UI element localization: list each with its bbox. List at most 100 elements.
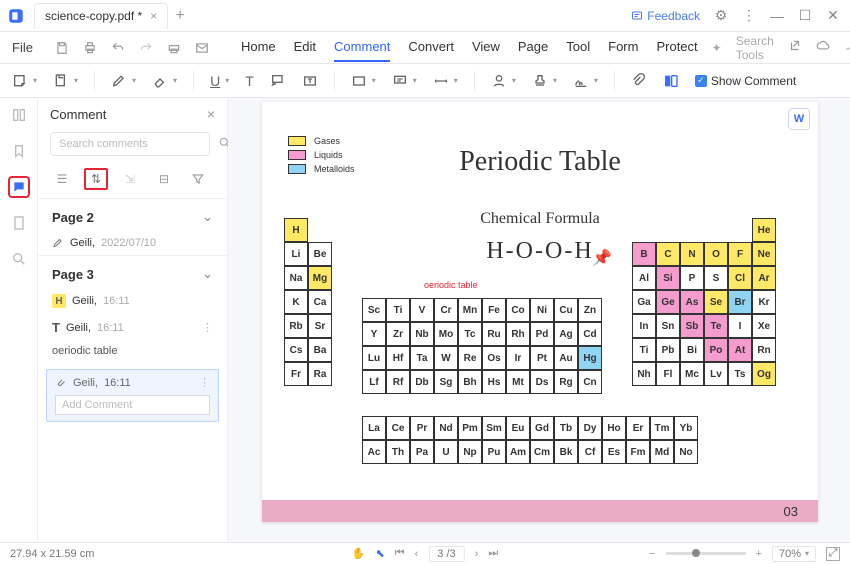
tab-close-icon[interactable]: × [150,9,157,23]
doc-title: Periodic Table [262,146,818,178]
workspace: Comment × ☰ ⇅ ⇲ ⊟ Page 2 ⌄ Geili, 2022/0… [0,98,850,542]
more-icon[interactable]: ⋮ [742,9,756,23]
feedback-link[interactable]: Feedback [631,9,700,23]
search-tools-input[interactable]: Search Tools [736,34,774,62]
document-canvas[interactable]: W Gases Liquids Metalloids Periodic Tabl… [228,98,850,542]
chevron-down-icon[interactable]: ⌄ [844,42,850,53]
page-indicator[interactable]: 3 /3 [428,546,464,562]
next-page-icon[interactable]: › [475,548,479,560]
fit-page-icon[interactable]: ⤢ [826,547,840,561]
document-page: W Gases Liquids Metalloids Periodic Tabl… [262,102,818,522]
page-3-header[interactable]: Page 3 ⌄ [38,255,227,288]
panel-title: Comment [50,107,106,122]
comment-item[interactable]: Geili, 2022/07/10 [38,231,227,255]
tab-tool[interactable]: Tool [566,33,590,62]
tab-form[interactable]: Form [608,33,638,62]
close-window-button[interactable]: ✕ [826,9,840,23]
search-icon[interactable] [8,248,30,270]
first-page-icon[interactable]: ⏮ [395,547,405,560]
main-tabs: Home Edit Comment Convert View Page Tool… [241,33,698,62]
comment-body: oeriodic table [38,341,227,365]
zoom-level[interactable]: 70%▾ [772,546,816,562]
save-icon[interactable] [55,41,69,55]
maximize-button[interactable]: ☐ [798,9,812,23]
page-2-header[interactable]: Page 2 ⌄ [38,198,227,231]
tab-protect[interactable]: Protect [656,33,697,62]
pin-icon[interactable]: 📌 [592,248,612,268]
tab-add-button[interactable]: + [168,7,192,25]
note-tool[interactable]: ▾ [12,73,37,89]
more-icon[interactable]: ⋮ [199,376,210,389]
profile-tool[interactable]: ▾ [491,73,516,89]
stamp-tool[interactable]: ▾ [392,73,417,89]
chevron-down-icon: ⌄ [202,209,213,225]
attachments-icon[interactable] [8,212,30,234]
attachment-tool[interactable]: ▾ [53,73,78,89]
show-comment-toggle[interactable]: ✓Show Comment [695,74,796,88]
comment-item[interactable]: T Geili, 16:11 ⋮ [38,314,227,341]
annotation-text: oeriodic table [424,280,478,290]
comment-search-input[interactable] [50,132,210,156]
text-tool[interactable]: T [245,73,254,89]
printer-icon[interactable] [167,41,181,55]
tab-page[interactable]: Page [518,33,548,62]
zoom-slider[interactable] [666,552,746,555]
zoom-out-icon[interactable]: − [649,548,655,560]
callout-tool[interactable] [270,73,286,89]
prev-page-icon[interactable]: ‹ [415,548,419,560]
textbox-tool[interactable] [302,73,318,89]
tab-comment[interactable]: Comment [334,33,390,62]
page-number: 03 [262,500,818,522]
periodic-left: HLiBeNaMgKCaRbSrCsBaFrRa [284,218,332,386]
highlight-h-icon: H [52,294,66,308]
shape-rect-tool[interactable]: ▾ [351,73,376,89]
file-menu[interactable]: File [12,40,33,55]
settings-icon[interactable]: ⚙ [714,9,728,23]
document-tab-name: science-copy.pdf * [45,9,142,23]
minimize-button[interactable]: — [770,9,784,23]
highlight-tool[interactable]: ▾ [111,73,136,89]
redo-icon[interactable] [139,41,153,55]
last-page-icon[interactable]: ⏭ [488,547,498,560]
hand-tool-icon[interactable]: ✋ [352,547,366,560]
comment-item[interactable]: H Geili, 16:11 [38,288,227,314]
eraser-tool[interactable]: ▾ [152,73,177,89]
share-icon[interactable] [788,39,802,56]
word-export-icon[interactable]: W [788,108,810,130]
comment-selected[interactable]: Geili, 16:11 ⋮ [46,369,219,422]
titlebar: science-copy.pdf * × + Feedback ⚙ ⋮ — ☐ … [0,0,850,32]
expand-icon[interactable]: ⇲ [118,168,142,190]
tab-edit[interactable]: Edit [294,33,316,62]
signature-tool[interactable]: ▾ [573,73,598,89]
comment-panel: Comment × ☰ ⇅ ⇲ ⊟ Page 2 ⌄ Geili, 2022/0… [38,98,228,542]
bookmarks-icon[interactable] [8,140,30,162]
left-nav [0,98,38,542]
more-icon[interactable]: ⋮ [202,321,213,334]
comments-panel-icon[interactable] [8,176,30,198]
add-comment-input[interactable] [55,395,210,415]
mail-icon[interactable] [195,41,209,55]
cloud-icon[interactable] [816,39,830,56]
stamp2-tool[interactable]: ▾ [532,73,557,89]
thumbnails-icon[interactable] [8,104,30,126]
text-t-icon: T [52,320,60,335]
measure-tool[interactable]: ▾ [433,73,458,89]
zoom-in-icon[interactable]: + [756,548,762,560]
tab-view[interactable]: View [472,33,500,62]
panel-close-icon[interactable]: × [207,106,215,122]
collapse-icon[interactable]: ⊟ [152,168,176,190]
filter-funnel-icon[interactable] [186,168,210,190]
sort-icon[interactable]: ⇅ [84,168,108,190]
attach-tool[interactable] [631,73,647,89]
tab-convert[interactable]: Convert [408,33,454,62]
print-icon[interactable] [83,41,97,55]
undo-icon[interactable] [111,41,125,55]
magic-icon[interactable]: ✦ [712,41,722,55]
tab-home[interactable]: Home [241,33,276,62]
underline-tool[interactable]: U▾ [210,73,229,89]
chevron-down-icon: ⌄ [202,266,213,282]
select-tool-icon[interactable]: ⬉ [375,547,384,560]
compare-tool[interactable] [663,73,679,89]
document-tab[interactable]: science-copy.pdf * × [34,3,168,29]
filter-list-icon[interactable]: ☰ [50,168,74,190]
